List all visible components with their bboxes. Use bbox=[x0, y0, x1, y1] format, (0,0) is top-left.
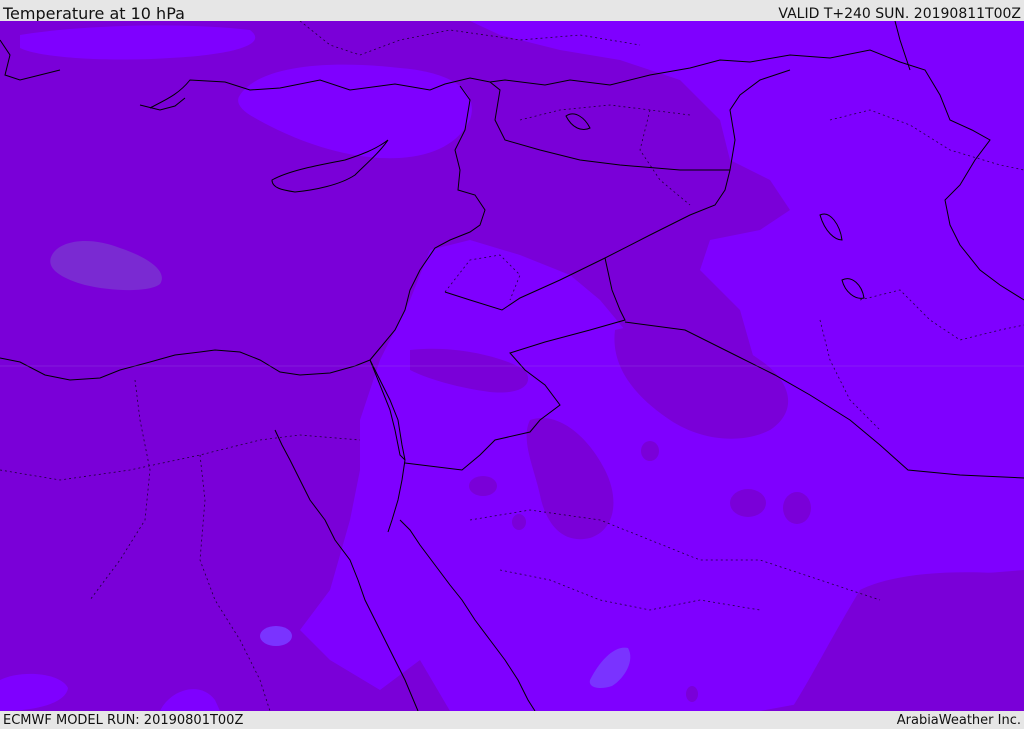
map-panel[interactable] bbox=[0, 21, 1024, 711]
valid-time-label: VALID T+240 SUN. 20190811T00Z bbox=[778, 6, 1021, 22]
temperature-field-cool-pocket-9 bbox=[686, 686, 698, 702]
temperature-field-cool-pocket-5 bbox=[783, 492, 811, 524]
model-run-label: ECMWF MODEL RUN: 20190801T00Z bbox=[3, 713, 244, 728]
temperature-field-cool-pocket-4 bbox=[730, 489, 766, 517]
temperature-field-warm-spot-sw bbox=[260, 626, 292, 646]
temperature-field-cool-pocket-6 bbox=[641, 441, 659, 461]
temperature-field-cool-pocket-7 bbox=[469, 476, 497, 496]
footer-bar: ECMWF MODEL RUN: 20190801T00Z ArabiaWeat… bbox=[0, 711, 1024, 729]
credit-label: ArabiaWeather Inc. bbox=[896, 713, 1021, 728]
header-bar: Temperature at 10 hPa VALID T+240 SUN. 2… bbox=[0, 0, 1024, 23]
temperature-field-cool-pocket-8 bbox=[512, 514, 526, 530]
temperature-map[interactable] bbox=[0, 21, 1024, 711]
